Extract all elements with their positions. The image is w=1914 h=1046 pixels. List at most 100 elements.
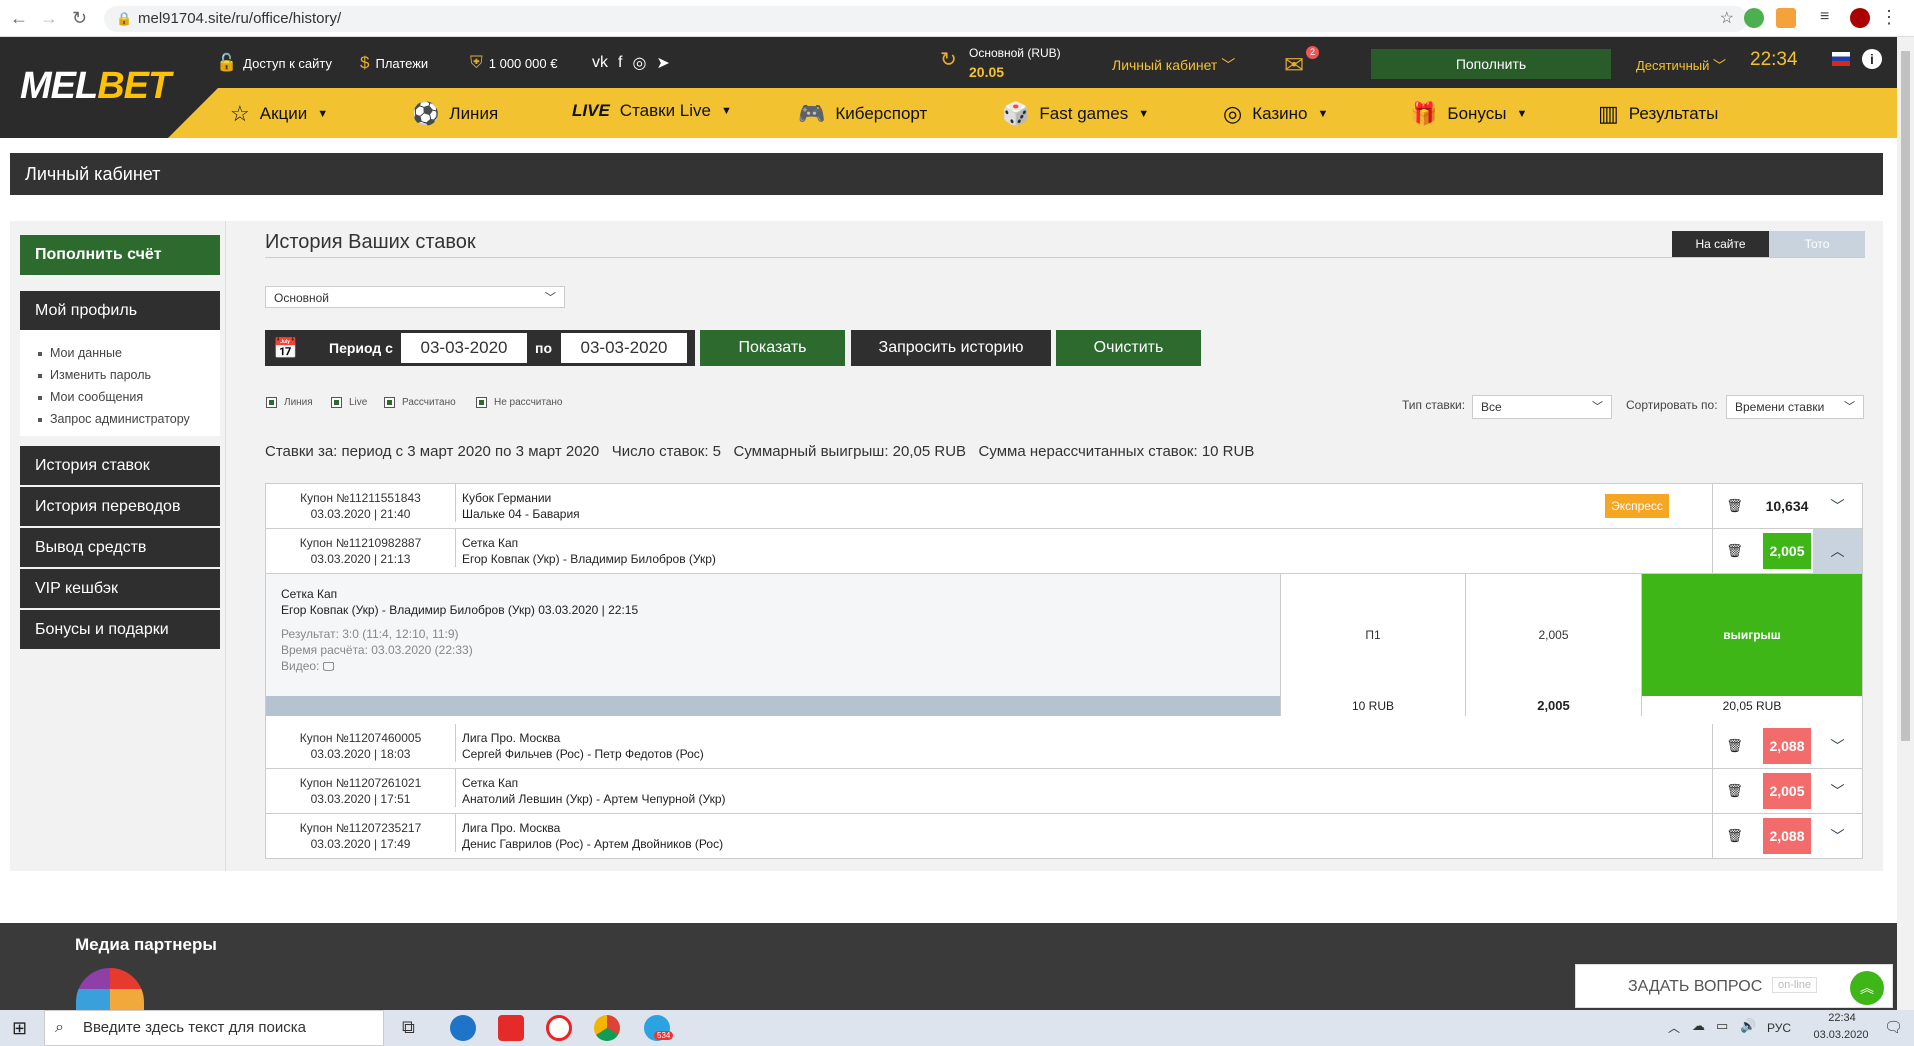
coupon-date: 03.03.2020 | 17:51 bbox=[310, 792, 411, 806]
menu-live[interactable]: LIVE Ставки Live ▼ bbox=[572, 101, 732, 121]
yandex-icon[interactable] bbox=[546, 1015, 572, 1041]
info-icon[interactable]: i bbox=[1862, 49, 1882, 69]
task-view-icon[interactable]: ⧉ bbox=[402, 1017, 415, 1038]
instagram-icon[interactable]: ◎ bbox=[632, 53, 646, 73]
calendar-icon[interactable]: 📅 bbox=[273, 336, 298, 361]
account-select[interactable]: Основной ﹀ bbox=[265, 286, 565, 308]
refresh-balance-icon[interactable]: ↻ bbox=[940, 47, 957, 72]
checkbox-live[interactable]: Live bbox=[331, 397, 367, 408]
address-bar[interactable]: 🔒 mel91704.site/ru/office/history/ ☆ bbox=[104, 6, 1748, 32]
browser-menu-icon[interactable]: ⋮ bbox=[1880, 8, 1900, 28]
tab-on-site[interactable]: На сайте bbox=[1672, 231, 1769, 257]
yandex-browser-icon[interactable] bbox=[498, 1015, 524, 1041]
checkbox-line[interactable]: Линия bbox=[266, 397, 313, 408]
payments-link[interactable]: $ Платежи bbox=[360, 53, 428, 73]
sidebar-item-withdraw[interactable]: Вывод средств bbox=[20, 528, 220, 567]
chevron-down-icon[interactable]: ﹀ bbox=[1813, 769, 1862, 813]
sidebar-item-bonuses[interactable]: Бонусы и подарки bbox=[20, 610, 220, 649]
tray-chevron-icon[interactable]: ︿ bbox=[1668, 1019, 1680, 1036]
bookmark-star-icon[interactable]: ☆ bbox=[1720, 6, 1734, 32]
menu-line[interactable]: ⚽ Линия bbox=[412, 101, 498, 127]
language-indicator[interactable]: РУС bbox=[1767, 1021, 1791, 1035]
sidebar-sub-change-password[interactable]: Изменить пароль bbox=[38, 364, 220, 386]
trash-icon[interactable]: 🗑 bbox=[1712, 529, 1756, 573]
menu-promo[interactable]: ☆ Акции ▼ bbox=[230, 101, 328, 127]
trash-icon[interactable]: 🗑 bbox=[1712, 724, 1756, 768]
sidebar-item-profile[interactable]: Мой профиль bbox=[20, 291, 220, 330]
chevron-down-icon[interactable]: ﹀ bbox=[1813, 814, 1862, 858]
ask-question-widget[interactable]: ЗАДАТЬ ВОПРОС on-line ︽ bbox=[1575, 964, 1893, 1008]
forward-icon[interactable]: → bbox=[40, 8, 58, 29]
bet-type-select[interactable]: Все ﹀ bbox=[1472, 395, 1612, 419]
facebook-icon[interactable]: f bbox=[618, 54, 622, 72]
site-access-link[interactable]: 🔓 Доступ к сайту bbox=[216, 53, 332, 73]
trash-icon[interactable]: 🗑 bbox=[1712, 814, 1756, 858]
network-icon[interactable]: ▭ bbox=[1716, 1018, 1728, 1034]
menu-fast-games-label: Fast games bbox=[1039, 104, 1129, 123]
trash-icon[interactable]: 🗑 bbox=[1712, 769, 1756, 813]
extension-icon[interactable] bbox=[1744, 8, 1764, 28]
trash-icon[interactable]: 🗑 bbox=[1712, 484, 1756, 528]
sidebar-sub-my-data[interactable]: Мои данные bbox=[38, 342, 220, 364]
reload-icon[interactable]: ↻ bbox=[72, 8, 87, 29]
cabinet-link[interactable]: Личный кабинет ﹀ bbox=[1112, 55, 1235, 75]
chevron-up-icon[interactable]: ︿ bbox=[1813, 529, 1862, 573]
sidebar-item-transfer-history[interactable]: История переводов bbox=[20, 487, 220, 526]
sidebar-item-vip-cashback[interactable]: VIP кешбэк bbox=[20, 569, 220, 608]
notification-icon[interactable]: 🗨 bbox=[1884, 1018, 1903, 1036]
chrome-icon[interactable] bbox=[594, 1015, 620, 1041]
checkbox-settled[interactable]: Рассчитано bbox=[384, 397, 456, 408]
deposit-button[interactable]: Пополнить bbox=[1371, 49, 1611, 79]
table-row[interactable]: Купон №11210982887 03.03.2020 | 21:13 Сет… bbox=[266, 529, 1862, 574]
menu-casino[interactable]: ◎ Казино ▼ bbox=[1223, 101, 1328, 127]
taskbar-search[interactable]: ⌕ Введите здесь текст для поиска bbox=[44, 1010, 384, 1046]
odds-format-select[interactable]: Десятичный ﹀ bbox=[1636, 55, 1726, 74]
menu-bonuses[interactable]: 🎁 Бонусы ▼ bbox=[1410, 101, 1527, 127]
request-history-button[interactable]: Запросить историю bbox=[851, 330, 1051, 366]
profile-avatar[interactable] bbox=[1850, 8, 1870, 28]
menu-results[interactable]: ▥ Результаты bbox=[1598, 101, 1718, 127]
melbet-logo[interactable]: MELBET bbox=[20, 65, 171, 108]
show-button[interactable]: Показать bbox=[700, 330, 845, 366]
mail-icon[interactable]: ✉ bbox=[1284, 51, 1304, 80]
detail-total-odds: 2,005 bbox=[1465, 696, 1641, 716]
onedrive-icon[interactable]: ☁ bbox=[1692, 1018, 1705, 1034]
russian-flag-icon[interactable] bbox=[1832, 52, 1850, 66]
menu-fast-games[interactable]: 🎲 Fast games ▼ bbox=[1002, 101, 1149, 127]
sort-select[interactable]: Времени ставки ﹀ bbox=[1726, 395, 1864, 419]
checkbox-unsettled[interactable]: Не рассчитано bbox=[476, 397, 562, 408]
page-scrollbar[interactable] bbox=[1897, 37, 1914, 1010]
menu-esports[interactable]: 🎮 Киберспорт bbox=[798, 101, 927, 127]
table-row[interactable]: Купон №11207235217 03.03.2020 | 17:49 Лиг… bbox=[266, 814, 1862, 859]
event-league: Лига Про. Москва bbox=[462, 731, 561, 745]
reading-list-icon[interactable]: ≡ bbox=[1820, 8, 1840, 28]
coupon-cell: Купон №11210982887 03.03.2020 | 21:13 bbox=[266, 529, 456, 567]
windows-start-icon[interactable]: ⊞ bbox=[12, 1018, 27, 1039]
telegram-icon[interactable]: ➤ bbox=[656, 53, 669, 73]
jackpot-link[interactable]: ⛨ 1 000 000 € bbox=[470, 53, 557, 73]
volume-icon[interactable]: 🔊 bbox=[1740, 1018, 1756, 1034]
date-to-input[interactable]: 03-03-2020 bbox=[561, 333, 687, 363]
table-row[interactable]: Купон №11207261021 03.03.2020 | 17:51 Сет… bbox=[266, 769, 1862, 814]
sidebar-item-bet-history[interactable]: История ставок bbox=[20, 446, 220, 485]
chevron-down-icon[interactable]: ﹀ bbox=[1813, 484, 1862, 528]
scrollbar-thumb[interactable] bbox=[1901, 51, 1910, 741]
edge-icon[interactable] bbox=[450, 1015, 476, 1041]
extension-off-icon[interactable] bbox=[1776, 8, 1796, 28]
chevron-down-icon[interactable]: ﹀ bbox=[1813, 724, 1862, 768]
date-from-input[interactable]: 03-03-2020 bbox=[401, 333, 527, 363]
table-row[interactable]: Купон №11207460005 03.03.2020 | 18:03 Лиг… bbox=[266, 724, 1862, 769]
vk-icon[interactable]: vk bbox=[592, 54, 608, 72]
taskbar-date[interactable]: 03.03.2020 bbox=[1806, 1029, 1876, 1041]
laliga-logo[interactable] bbox=[76, 968, 144, 1010]
clear-button[interactable]: Очистить bbox=[1056, 330, 1201, 366]
expand-chat-icon[interactable]: ︽ bbox=[1850, 971, 1884, 1005]
monitor-icon[interactable]: 🖵 bbox=[323, 659, 335, 673]
back-icon[interactable]: ← bbox=[10, 8, 28, 29]
taskbar-time[interactable]: 22:34 bbox=[1812, 1012, 1872, 1024]
table-row[interactable]: Купон №11211551843 03.03.2020 | 21:40 Куб… bbox=[266, 484, 1862, 529]
sidebar-deposit-button[interactable]: Пополнить счёт bbox=[20, 235, 220, 275]
tab-toto[interactable]: Тото bbox=[1769, 231, 1865, 257]
sidebar-sub-messages[interactable]: Мои сообщения bbox=[38, 386, 220, 408]
sidebar-sub-admin-request[interactable]: Запрос администратору bbox=[38, 408, 220, 430]
